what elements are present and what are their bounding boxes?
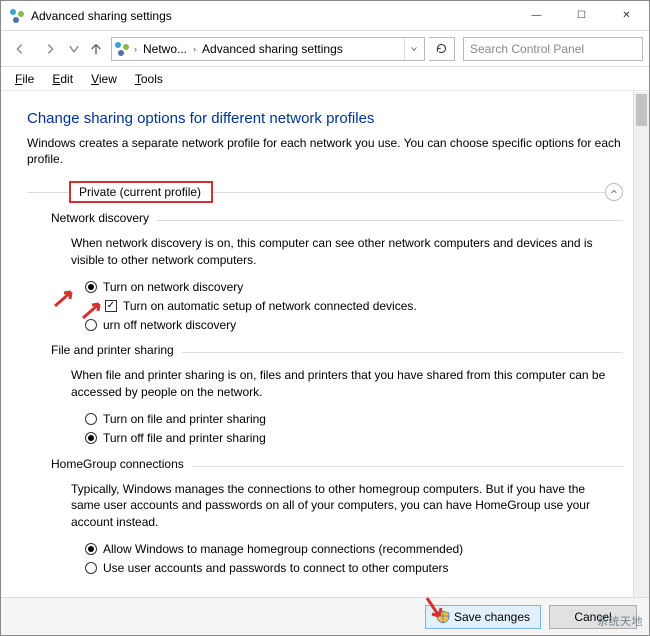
- address-dropdown[interactable]: [404, 38, 422, 60]
- minimize-button[interactable]: —: [514, 1, 559, 30]
- breadcrumb-chevron[interactable]: ›: [191, 44, 198, 54]
- refresh-button[interactable]: [429, 37, 455, 61]
- address-bar[interactable]: › Netwo... › Advanced sharing settings: [111, 37, 425, 61]
- network-sharing-icon: [9, 8, 25, 24]
- breadcrumb-network[interactable]: Netwo...: [141, 42, 189, 56]
- radio-turn-off-discovery[interactable]: urn off network discovery: [85, 317, 611, 334]
- watermark: 系统天地: [597, 613, 643, 629]
- menu-edit[interactable]: Edit: [44, 70, 81, 88]
- group-title: HomeGroup connections: [51, 457, 192, 471]
- navigation-bar: › Netwo... › Advanced sharing settings: [1, 31, 649, 67]
- page-subtext: Windows creates a separate network profi…: [27, 135, 623, 167]
- button-label: Save changes: [454, 610, 530, 624]
- radio-allow-windows-manage[interactable]: Allow Windows to manage homegroup connec…: [85, 541, 611, 558]
- radio-label: Use user accounts and passwords to conne…: [103, 560, 449, 577]
- radio-label: Turn off file and printer sharing: [103, 430, 266, 447]
- search-box[interactable]: [463, 37, 643, 61]
- page-heading: Change sharing options for different net…: [27, 110, 623, 127]
- radio-icon: [85, 543, 97, 555]
- group-description: When file and printer sharing is on, fil…: [71, 367, 611, 401]
- forward-button[interactable]: [37, 36, 63, 62]
- content-area: Change sharing options for different net…: [1, 92, 649, 597]
- radio-icon: [85, 413, 97, 425]
- breadcrumb-current[interactable]: Advanced sharing settings: [200, 42, 345, 56]
- menu-bar: File Edit View Tools: [1, 67, 649, 91]
- group-homegroup: HomeGroup connections: [51, 457, 623, 475]
- window-title: Advanced sharing settings: [31, 9, 172, 23]
- recent-dropdown[interactable]: [67, 36, 81, 62]
- radio-icon: [85, 319, 97, 331]
- radio-label: urn off network discovery: [103, 317, 236, 334]
- group-file-printer-sharing: File and printer sharing: [51, 343, 623, 361]
- group-description: When network discovery is on, this compu…: [71, 235, 611, 269]
- menu-tools[interactable]: Tools: [127, 70, 171, 88]
- close-button[interactable]: ✕: [604, 1, 649, 30]
- radio-turn-on-file-sharing[interactable]: Turn on file and printer sharing: [85, 411, 611, 428]
- radio-icon: [85, 562, 97, 574]
- radio-label: Turn on network discovery: [103, 279, 243, 296]
- collapse-button[interactable]: [605, 183, 623, 201]
- checkbox-auto-setup[interactable]: Turn on automatic setup of network conne…: [105, 298, 611, 315]
- back-button[interactable]: [7, 36, 33, 62]
- scrollbar-thumb[interactable]: [636, 94, 647, 126]
- breadcrumb-chevron[interactable]: ›: [132, 44, 139, 54]
- checkbox-icon: [105, 300, 117, 312]
- group-title: Network discovery: [51, 211, 157, 225]
- group-network-discovery: Network discovery: [51, 211, 623, 229]
- shield-icon: [436, 610, 450, 624]
- scrollbar[interactable]: [633, 92, 649, 597]
- footer: Save changes Cancel: [1, 597, 649, 635]
- radio-label: Allow Windows to manage homegroup connec…: [103, 541, 463, 558]
- titlebar: Advanced sharing settings — ☐ ✕: [1, 1, 649, 31]
- radio-use-user-accounts[interactable]: Use user accounts and passwords to conne…: [85, 560, 611, 577]
- menu-file[interactable]: File: [7, 70, 42, 88]
- radio-icon: [85, 281, 97, 293]
- profile-label: Private (current profile): [69, 181, 213, 203]
- maximize-button[interactable]: ☐: [559, 1, 604, 30]
- group-description: Typically, Windows manages the connectio…: [71, 481, 611, 531]
- checkbox-label: Turn on automatic setup of network conne…: [123, 298, 417, 315]
- search-input[interactable]: [470, 42, 636, 56]
- radio-turn-on-discovery[interactable]: Turn on network discovery: [85, 279, 611, 296]
- window-controls: — ☐ ✕: [514, 1, 649, 30]
- menu-view[interactable]: View: [83, 70, 125, 88]
- up-button[interactable]: [85, 36, 107, 62]
- group-title: File and printer sharing: [51, 343, 182, 357]
- profile-section-header: Private (current profile): [27, 181, 623, 203]
- network-sharing-icon: [114, 41, 130, 57]
- radio-label: Turn on file and printer sharing: [103, 411, 266, 428]
- radio-icon: [85, 432, 97, 444]
- save-changes-button[interactable]: Save changes: [425, 605, 541, 629]
- radio-turn-off-file-sharing[interactable]: Turn off file and printer sharing: [85, 430, 611, 447]
